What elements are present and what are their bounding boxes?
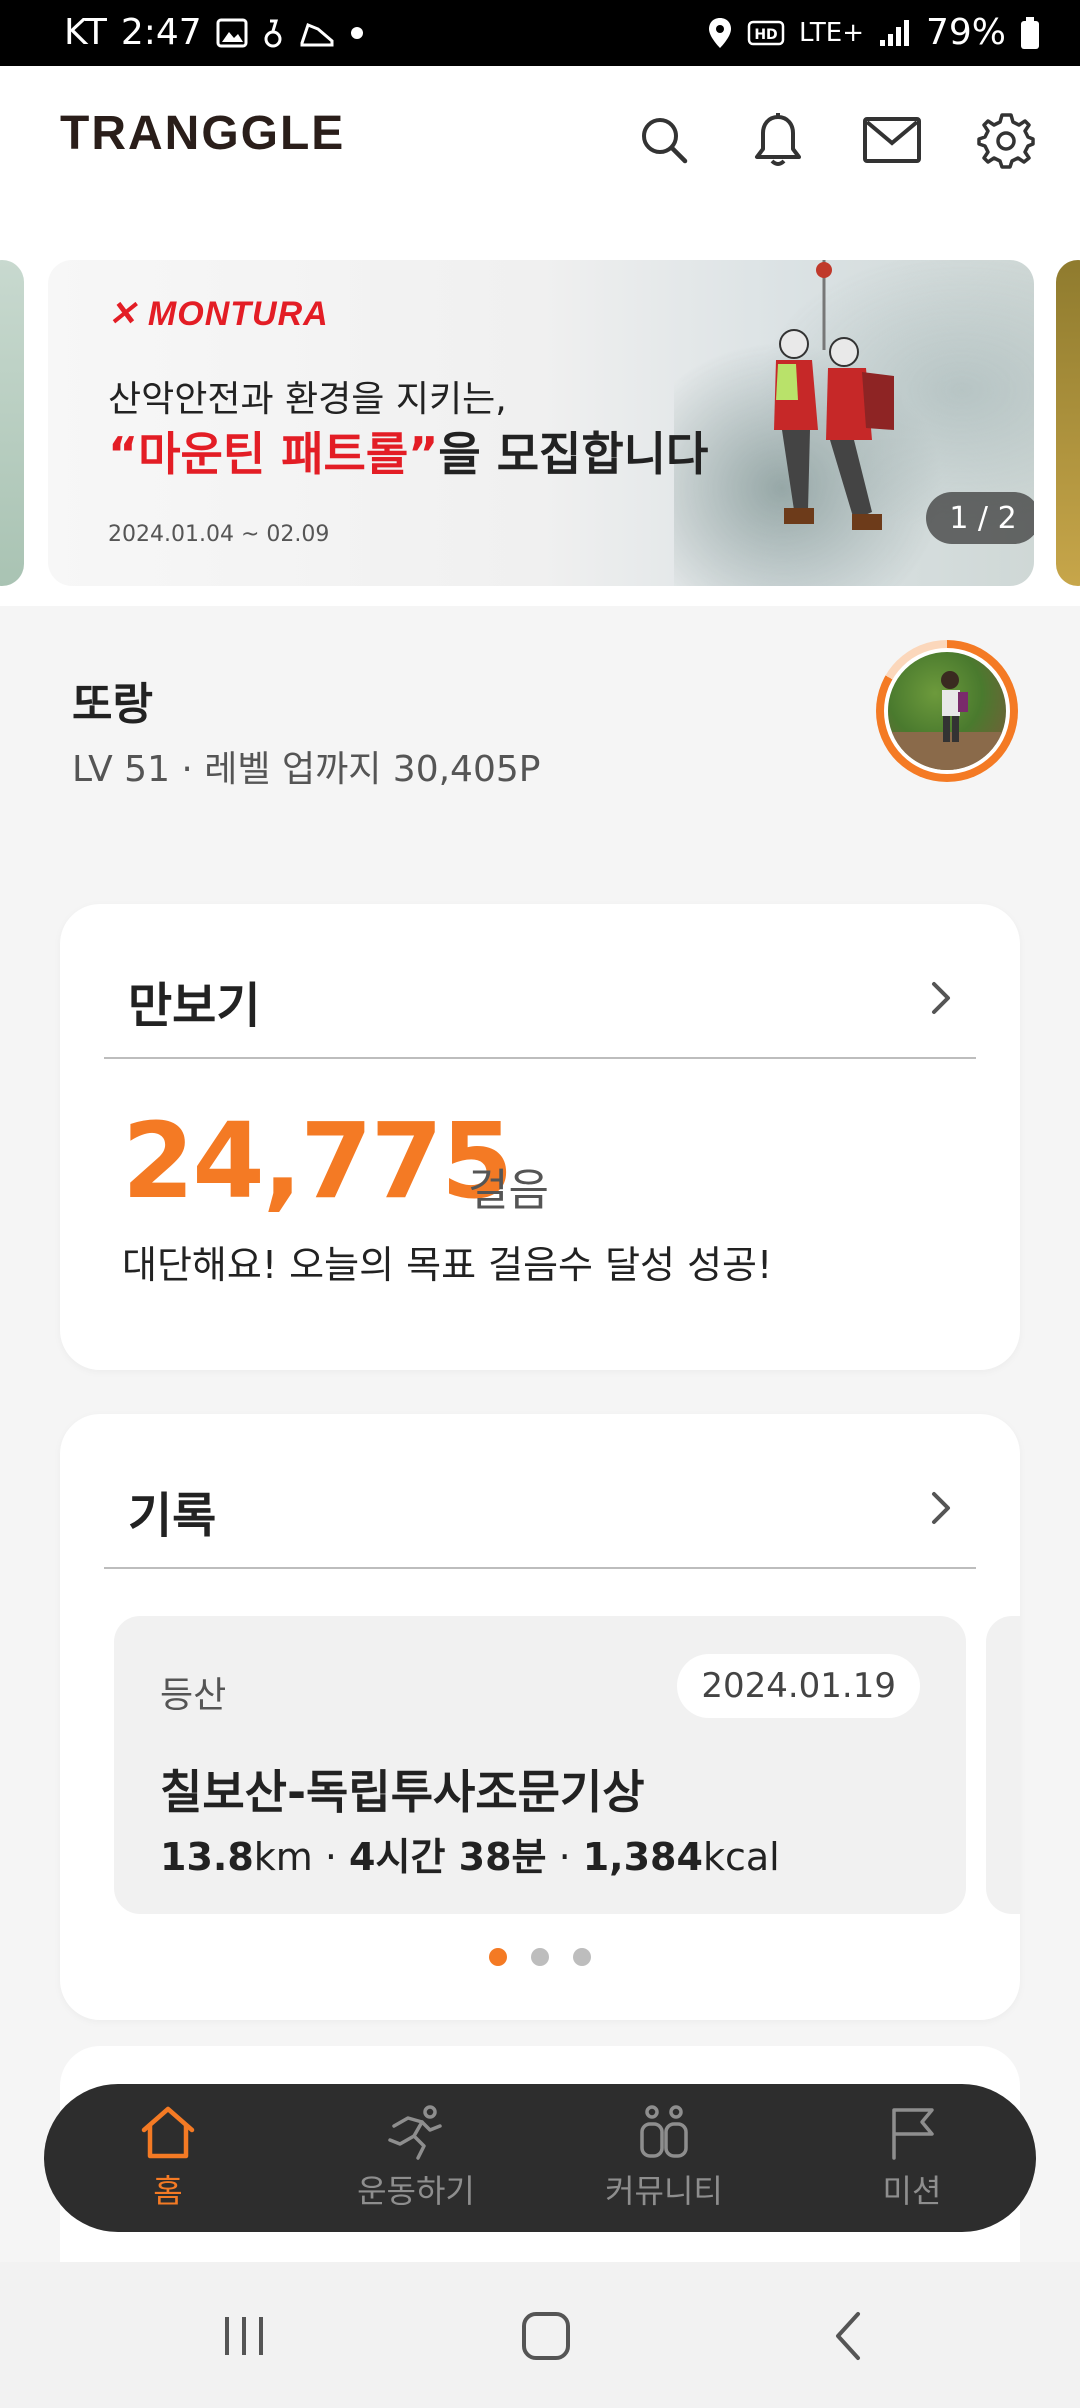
record-calories-unit: kcal (702, 1835, 780, 1879)
running-icon (388, 2105, 442, 2160)
app-logo: TRANGGLE (60, 107, 346, 160)
banner-headline-rest: 을 모집합니다 (438, 427, 709, 481)
record-type: 등산 (160, 1675, 227, 1716)
banner-dates: 2024.01.04 ~ 02.09 (108, 522, 330, 547)
clock: 2:47 (120, 12, 202, 53)
banner-brand: ✕ MONTURA (108, 295, 329, 333)
page-dot-active (489, 1948, 507, 1966)
records-carousel[interactable]: 등산 2024.01.19 칠보산-독립투사조문기상 13.8km · 4시간 … (114, 1616, 1020, 1916)
nav-home[interactable]: 홈 (68, 2104, 268, 2212)
battery-percent: 79% (925, 12, 1006, 53)
hd-voice-icon: HD (747, 18, 785, 48)
banner-carousel[interactable]: ✕ MONTURA 산악안전과 환경을 지키는, “마운틴 패트롤”을 모집합니… (0, 260, 1080, 586)
app-header: TRANGGLE (0, 66, 1080, 216)
back-icon[interactable] (808, 2306, 888, 2366)
banner-headline-2: “마운틴 패트롤”을 모집합니다 (108, 418, 708, 484)
home-button-icon[interactable] (506, 2306, 586, 2366)
system-nav-bar (0, 2262, 1080, 2408)
record-item[interactable]: 등산 2024.01.19 칠보산-독립투사조문기상 13.8km · 4시간 … (114, 1616, 966, 1914)
notification-dot-icon (350, 26, 364, 40)
fitness-icon (262, 17, 284, 49)
pedometer-card[interactable]: 만보기 24,775 걸음 대단해요! 오늘의 목표 걸음수 달성 성공! (60, 904, 1020, 1370)
profile-name: 또랑 (72, 679, 153, 730)
records-page-dots (60, 1948, 1020, 1966)
record-distance: 13.8 (160, 1835, 254, 1879)
record-name: 칠보산-독립투사조문기상 (160, 1765, 645, 1819)
svg-text:HD: HD (754, 27, 777, 43)
profile-summary[interactable]: 또랑 LV 51 · 레벨 업까지 30,405P (0, 620, 1080, 790)
record-stats: 13.8km · 4시간 38분 · 1,384kcal (160, 1835, 780, 1879)
banner-rescuers-image (754, 260, 924, 586)
record-calories: 1,384 (582, 1835, 703, 1879)
mail-icon[interactable] (862, 110, 922, 170)
bottom-nav: 홈 운동하기 커뮤니티 미션 (44, 2084, 1036, 2232)
flag-icon (892, 2108, 934, 2160)
record-duration: 4시간 38분 (349, 1835, 547, 1879)
carrier-label: KT (64, 12, 107, 53)
banner-highlight: “마운틴 패트롤” (108, 427, 439, 481)
nav-home-label: 홈 (153, 2172, 183, 2210)
gallery-icon (216, 18, 248, 48)
home-icon (141, 2106, 195, 2159)
nav-exercise-label: 운동하기 (357, 2172, 475, 2210)
step-count: 24,775 (122, 1100, 513, 1222)
divider (104, 1057, 976, 1059)
banner-page-indicator: 1 / 2 (926, 492, 1034, 544)
records-title: 기록 (128, 1488, 217, 1544)
record-next-peek[interactable] (986, 1616, 1020, 1914)
shoe-icon (298, 17, 336, 49)
banner-next-peek[interactable] (1056, 260, 1080, 586)
location-icon (707, 16, 733, 50)
divider (104, 1567, 976, 1569)
record-distance-unit: km (253, 1835, 313, 1879)
banner-slide[interactable]: ✕ MONTURA 산악안전과 환경을 지키는, “마운틴 패트롤”을 모집합니… (48, 260, 1034, 586)
recent-apps-icon[interactable] (204, 2306, 284, 2366)
status-bar: KT 2:47 HD LTE+ 79% (0, 0, 1080, 66)
nav-exercise[interactable]: 운동하기 (316, 2104, 516, 2212)
avatar-photo (884, 648, 1010, 774)
avatar[interactable] (876, 640, 1018, 782)
chevron-right-icon[interactable] (924, 1484, 960, 1532)
gear-icon[interactable] (976, 110, 1036, 170)
record-date: 2024.01.19 (677, 1654, 920, 1718)
network-type: LTE+ (798, 17, 864, 48)
nav-community[interactable]: 커뮤니티 (564, 2104, 764, 2212)
nav-community-label: 커뮤니티 (605, 2172, 723, 2210)
profile-level: LV 51 · 레벨 업까지 30,405P (72, 749, 541, 790)
step-unit: 걸음 (468, 1165, 549, 1216)
chevron-right-icon[interactable] (924, 974, 960, 1022)
bell-icon[interactable] (748, 110, 808, 170)
records-card: 기록 등산 2024.01.19 칠보산-독립투사조문기상 13.8km · 4… (60, 1414, 1020, 2020)
step-message: 대단해요! 오늘의 목표 걸음수 달성 성공! (122, 1243, 773, 1287)
community-icon (640, 2105, 688, 2158)
nav-mission-label: 미션 (882, 2172, 942, 2210)
battery-icon (1020, 16, 1040, 50)
signal-icon (878, 18, 912, 48)
page-dot (531, 1948, 549, 1966)
banner-headline-1: 산악안전과 환경을 지키는, (108, 379, 507, 420)
banner-prev-peek[interactable] (0, 260, 24, 586)
search-icon[interactable] (634, 110, 694, 170)
pedometer-title: 만보기 (128, 978, 261, 1034)
page-dot (573, 1948, 591, 1966)
nav-mission[interactable]: 미션 (812, 2104, 1012, 2212)
